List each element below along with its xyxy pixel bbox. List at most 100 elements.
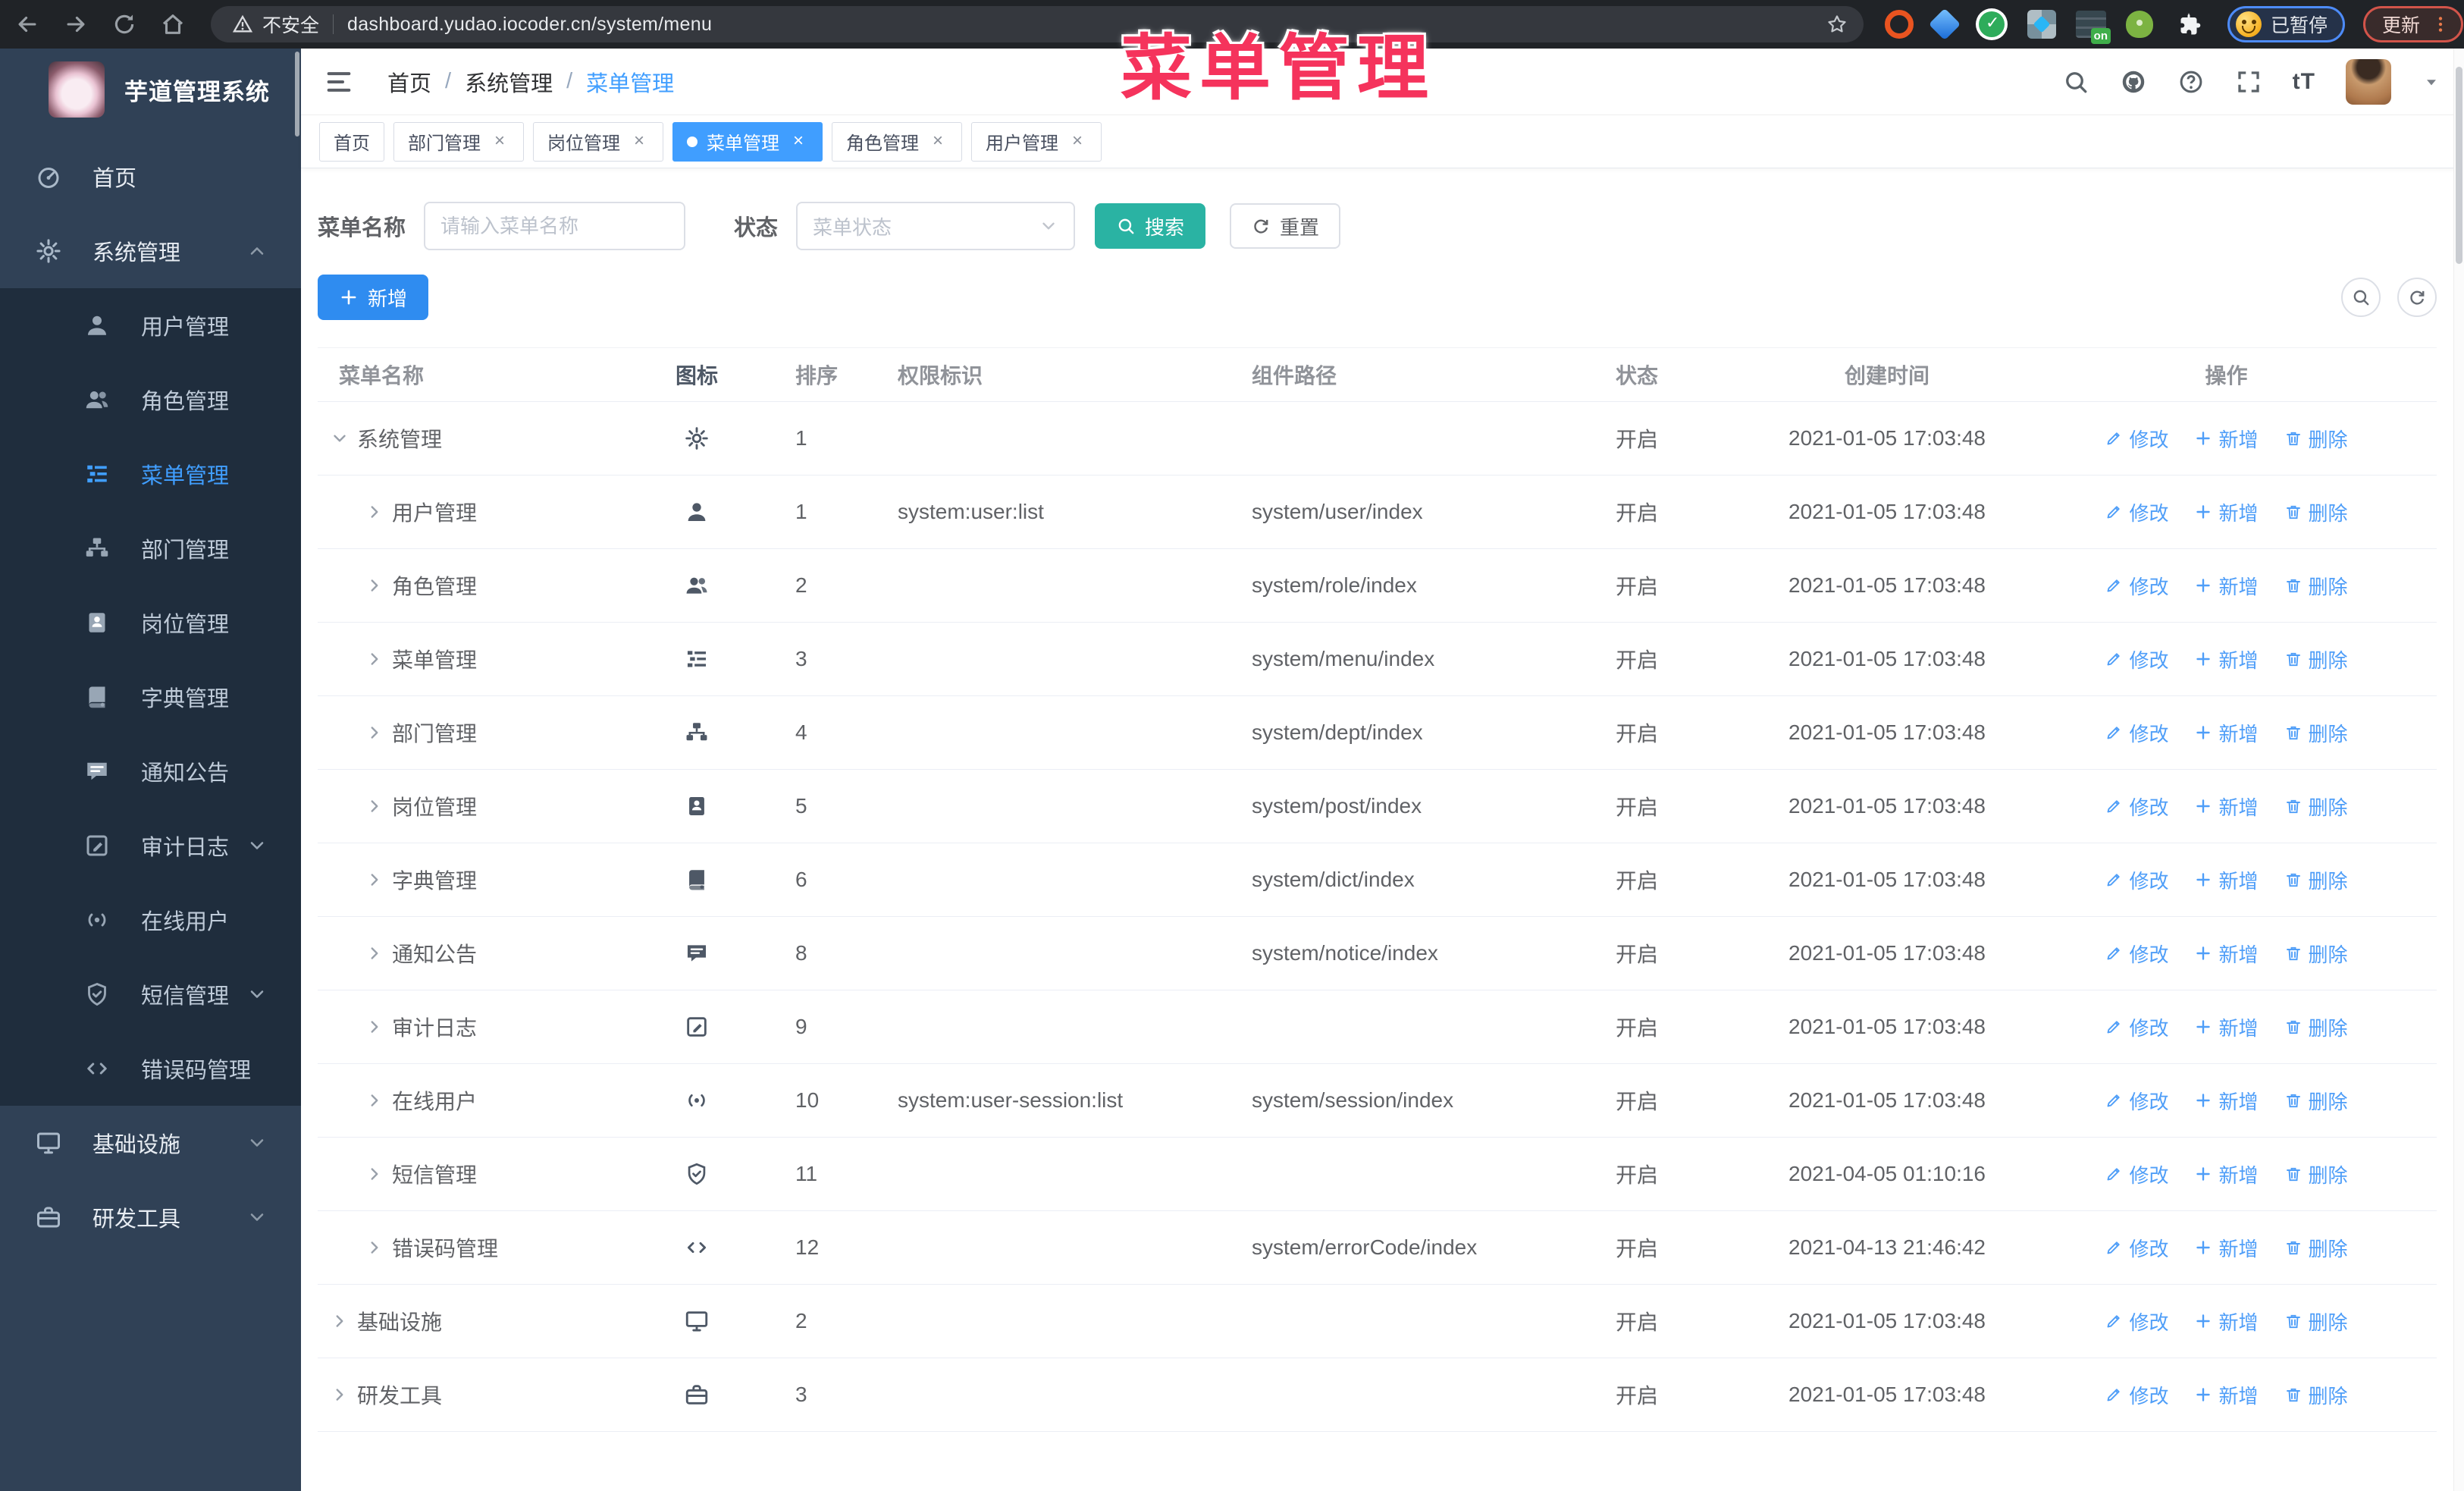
sidebar-item-审计日志[interactable]: 审计日志 — [0, 808, 301, 883]
add-action-link[interactable]: 新增 — [2194, 572, 2259, 600]
sidebar-item-错误码管理[interactable]: 错误码管理 — [0, 1031, 301, 1106]
sidebar-item-短信管理[interactable]: 短信管理 — [0, 957, 301, 1031]
check-extension-icon[interactable] — [1976, 8, 2008, 40]
tag-用户管理[interactable]: 用户管理 × — [971, 121, 1102, 162]
edit-action-link[interactable]: 修改 — [2105, 719, 2168, 747]
delete-action-link[interactable]: 删除 — [2284, 940, 2348, 968]
sidebar-item-用户管理[interactable]: 用户管理 — [0, 288, 301, 363]
delete-action-link[interactable]: 删除 — [2284, 425, 2348, 453]
add-action-link[interactable]: 新增 — [2194, 719, 2259, 747]
add-action-link[interactable]: 新增 — [2194, 1160, 2259, 1188]
expand-row-icon[interactable] — [365, 943, 384, 963]
edit-action-link[interactable]: 修改 — [2105, 572, 2168, 600]
collapse-sidebar-icon[interactable] — [324, 67, 354, 97]
status-select[interactable]: 菜单状态 — [796, 202, 1076, 250]
delete-action-link[interactable]: 删除 — [2284, 1160, 2348, 1188]
search-icon[interactable] — [2062, 68, 2089, 96]
droid-extension-icon[interactable] — [2126, 11, 2153, 38]
close-tag-icon[interactable]: × — [490, 131, 509, 152]
edit-action-link[interactable]: 修改 — [2105, 1307, 2168, 1336]
edit-action-link[interactable]: 修改 — [2105, 940, 2168, 968]
expand-row-icon[interactable] — [365, 1017, 384, 1037]
add-action-link[interactable]: 新增 — [2194, 1381, 2259, 1409]
address-bar[interactable]: 不安全 dashboard.yudao.iocoder.cn/system/me… — [211, 6, 1864, 42]
expand-row-icon[interactable] — [365, 1238, 384, 1257]
add-action-link[interactable]: 新增 — [2194, 1013, 2259, 1041]
gem-extension-icon[interactable] — [1928, 8, 1961, 41]
delete-action-link[interactable]: 删除 — [2284, 1013, 2348, 1041]
close-tag-icon[interactable]: × — [928, 131, 948, 152]
edit-action-link[interactable]: 修改 — [2105, 1381, 2168, 1409]
ubuntu-extension-icon[interactable] — [1885, 10, 1914, 39]
breadcrumb-item[interactable]: 系统管理 — [465, 66, 553, 98]
expand-row-icon[interactable] — [330, 1385, 350, 1405]
sidebar-item-通知公告[interactable]: 通知公告 — [0, 734, 301, 808]
edit-action-link[interactable]: 修改 — [2105, 645, 2168, 673]
bookmark-star-icon[interactable] — [1826, 13, 1848, 36]
delete-action-link[interactable]: 删除 — [2284, 1381, 2348, 1409]
tabs-extension-icon[interactable] — [2076, 11, 2111, 44]
add-action-link[interactable]: 新增 — [2194, 793, 2259, 821]
sidebar-item-岗位管理[interactable]: 岗位管理 — [0, 585, 301, 660]
help-icon[interactable] — [2177, 68, 2205, 96]
grid-extension-icon[interactable] — [2027, 10, 2056, 39]
close-tag-icon[interactable]: × — [629, 131, 649, 152]
tag-首页[interactable]: 首页 — [319, 121, 384, 162]
font-size-icon[interactable]: tT — [2293, 69, 2315, 95]
sidebar-item-系统管理[interactable]: 系统管理 — [0, 214, 301, 288]
sidebar-item-基础设施[interactable]: 基础设施 — [0, 1106, 301, 1180]
menu-name-input[interactable] — [424, 202, 686, 250]
delete-action-link[interactable]: 删除 — [2284, 719, 2348, 747]
sidebar-item-菜单管理[interactable]: 菜单管理 — [0, 437, 301, 511]
expand-row-icon[interactable] — [365, 649, 384, 669]
delete-action-link[interactable]: 删除 — [2284, 498, 2348, 526]
sidebar-item-首页[interactable]: 首页 — [0, 140, 301, 214]
browser-reload-button[interactable] — [103, 3, 146, 46]
tag-岗位管理[interactable]: 岗位管理 × — [533, 121, 663, 162]
add-action-link[interactable]: 新增 — [2194, 498, 2259, 526]
sidebar-scrollbar[interactable] — [295, 52, 299, 137]
sidebar-item-角色管理[interactable]: 角色管理 — [0, 363, 301, 437]
avatar-caret-icon[interactable] — [2422, 72, 2441, 92]
expand-row-icon[interactable] — [365, 1164, 384, 1184]
scrollbar-thumb[interactable] — [2456, 67, 2462, 264]
edit-action-link[interactable]: 修改 — [2105, 498, 2168, 526]
edit-action-link[interactable]: 修改 — [2105, 793, 2168, 821]
edit-action-link[interactable]: 修改 — [2105, 1087, 2168, 1115]
page-scrollbar[interactable] — [2453, 49, 2464, 1491]
user-avatar[interactable] — [2346, 58, 2391, 105]
sidebar-item-部门管理[interactable]: 部门管理 — [0, 511, 301, 585]
breadcrumb-item[interactable]: 首页 — [387, 66, 431, 98]
edit-action-link[interactable]: 修改 — [2105, 1234, 2168, 1262]
add-action-link[interactable]: 新增 — [2194, 1307, 2259, 1336]
delete-action-link[interactable]: 删除 — [2284, 1234, 2348, 1262]
tag-部门管理[interactable]: 部门管理 × — [393, 121, 524, 162]
add-action-link[interactable]: 新增 — [2194, 940, 2259, 968]
delete-action-link[interactable]: 删除 — [2284, 1087, 2348, 1115]
delete-action-link[interactable]: 删除 — [2284, 1307, 2348, 1336]
add-action-link[interactable]: 新增 — [2194, 866, 2259, 894]
expand-row-icon[interactable] — [365, 576, 384, 595]
expand-row-icon[interactable] — [365, 1091, 384, 1110]
edit-action-link[interactable]: 修改 — [2105, 1160, 2168, 1188]
sidebar-item-研发工具[interactable]: 研发工具 — [0, 1180, 301, 1254]
expand-row-icon[interactable] — [365, 796, 384, 816]
sidebar-item-字典管理[interactable]: 字典管理 — [0, 660, 301, 734]
search-button[interactable]: 搜索 — [1095, 203, 1206, 249]
delete-action-link[interactable]: 删除 — [2284, 866, 2348, 894]
expand-row-icon[interactable] — [365, 870, 384, 890]
delete-action-link[interactable]: 删除 — [2284, 645, 2348, 673]
app-logo[interactable]: 芋道管理系统 — [0, 49, 301, 130]
reset-button[interactable]: 重置 — [1230, 203, 1341, 249]
delete-action-link[interactable]: 删除 — [2284, 793, 2348, 821]
browser-forward-button[interactable] — [55, 3, 97, 46]
browser-home-button[interactable] — [152, 3, 194, 46]
edit-action-link[interactable]: 修改 — [2105, 425, 2168, 453]
paused-extension-badge[interactable]: 已暂停 — [2227, 6, 2346, 42]
github-icon[interactable] — [2120, 68, 2147, 96]
close-tag-icon[interactable]: × — [788, 131, 808, 152]
fullscreen-icon[interactable] — [2235, 68, 2262, 96]
edit-action-link[interactable]: 修改 — [2105, 1013, 2168, 1041]
puzzle-extension-icon[interactable] — [2173, 8, 2205, 40]
add-action-link[interactable]: 新增 — [2194, 1087, 2259, 1115]
